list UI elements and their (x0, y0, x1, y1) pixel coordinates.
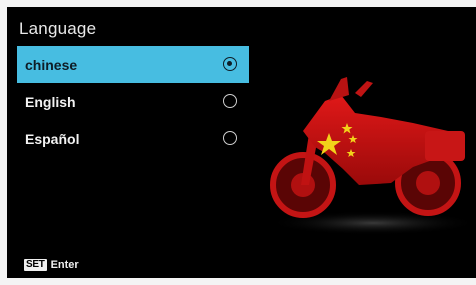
set-button-icon: SET (24, 259, 47, 271)
language-option-label: English (25, 93, 76, 110)
page-title: Language (19, 19, 97, 38)
language-screen: Language chinese English Español SET Ent… (7, 7, 476, 278)
footer-hint: SET Enter (24, 259, 79, 271)
language-option-label: chinese (25, 56, 78, 73)
language-menu: chinese English Español (17, 46, 249, 157)
language-option-english[interactable]: English (17, 83, 249, 120)
language-option-chinese[interactable]: chinese (17, 46, 249, 83)
language-option-espanol[interactable]: Español (17, 120, 249, 157)
radio-selected-icon (223, 56, 237, 71)
radio-unselected-icon (223, 93, 237, 108)
language-option-label: Español (25, 130, 80, 147)
radio-unselected-icon (223, 130, 237, 145)
footer-action-label: Enter (50, 259, 79, 271)
motorcycle-illustration (268, 77, 476, 235)
